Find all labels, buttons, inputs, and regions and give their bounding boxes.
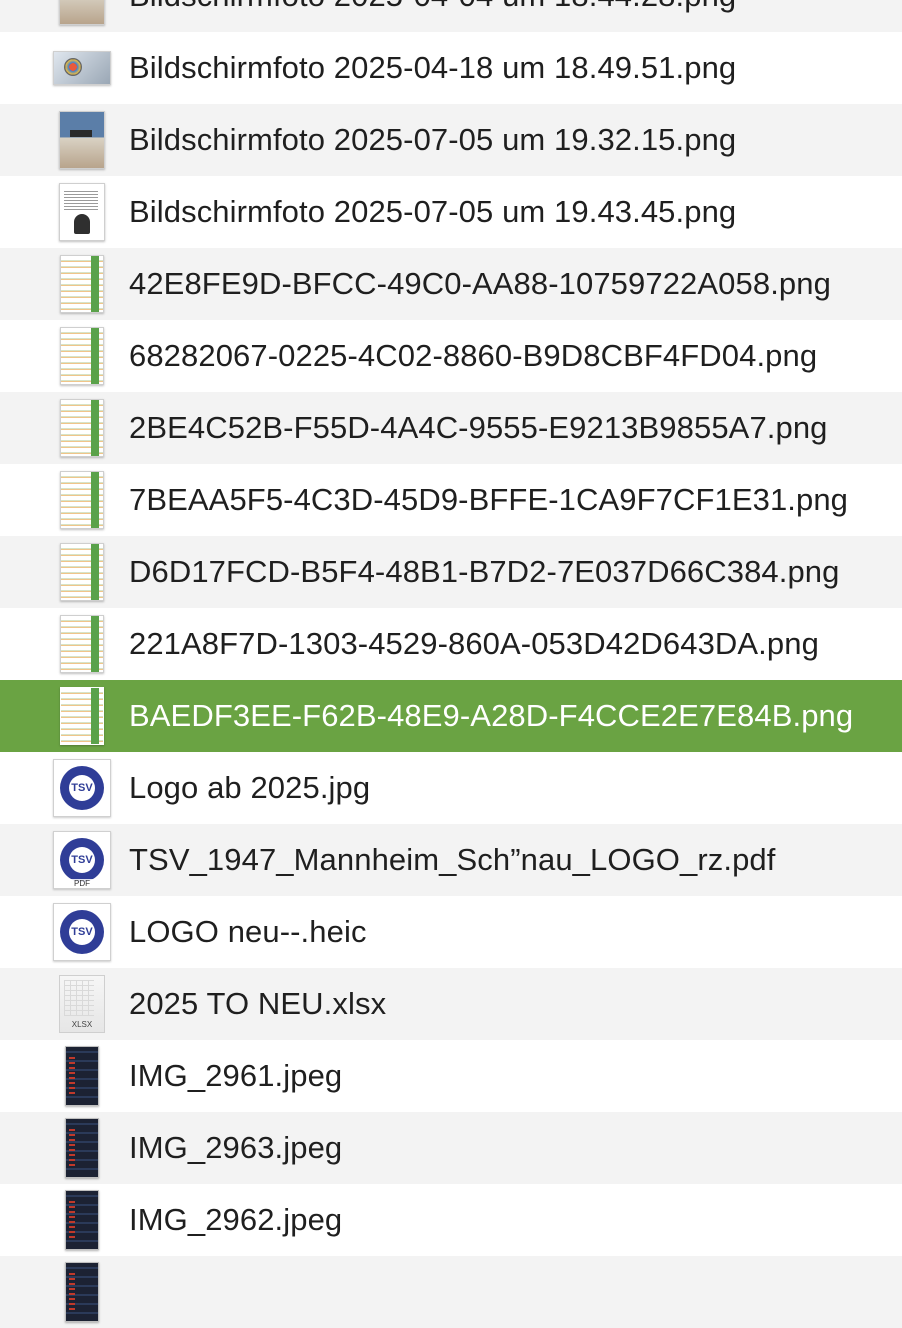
spreadsheet-image-thumbnail-icon: [52, 326, 112, 386]
file-row[interactable]: TSV Logo ab 2025.jpg: [0, 752, 902, 824]
logo-text: TSV: [69, 919, 95, 945]
file-row[interactable]: IMG_2962.jpeg: [0, 1184, 902, 1256]
file-name[interactable]: LOGO neu--.heic: [129, 914, 367, 950]
phone-screenshot-thumbnail-icon: [52, 1262, 112, 1322]
file-row[interactable]: Bildschirmfoto 2025-07-05 um 19.43.45.pn…: [0, 176, 902, 248]
file-name[interactable]: 2BE4C52B-F55D-4A4C-9555-E9213B9855A7.png: [129, 410, 828, 446]
file-name[interactable]: IMG_2963.jpeg: [129, 1130, 342, 1166]
logo-pdf-thumbnail-icon: TSV PDF: [52, 830, 112, 890]
file-name[interactable]: 221A8F7D-1303-4529-860A-053D42D643DA.png: [129, 626, 819, 662]
file-name[interactable]: 68282067-0225-4C02-8860-B9D8CBF4FD04.png: [129, 338, 817, 374]
file-name[interactable]: Bildschirmfoto 2025-07-05 um 19.43.45.pn…: [129, 194, 736, 230]
screenshot-thumbnail-icon: [52, 0, 112, 26]
file-name[interactable]: 7BEAA5F5-4C3D-45D9-BFFE-1CA9F7CF1E31.png: [129, 482, 848, 518]
spreadsheet-image-thumbnail-icon: [52, 470, 112, 530]
file-name[interactable]: 2025 TO NEU.xlsx: [129, 986, 386, 1022]
file-name[interactable]: IMG_2961.jpeg: [129, 1058, 342, 1094]
file-row[interactable]: 68282067-0225-4C02-8860-B9D8CBF4FD04.png: [0, 320, 902, 392]
file-name[interactable]: Logo ab 2025.jpg: [129, 770, 370, 806]
xlsx-thumbnail-icon: XLSX: [52, 974, 112, 1034]
file-row[interactable]: Bildschirmfoto 2025-07-05 um 19.32.15.pn…: [0, 104, 902, 176]
spreadsheet-image-thumbnail-icon: [52, 542, 112, 602]
logo-text: TSV: [69, 775, 95, 801]
document-screenshot-thumbnail-icon: [52, 182, 112, 242]
file-name[interactable]: Bildschirmfoto 2025-04-18 um 18.49.51.pn…: [129, 50, 736, 86]
file-name[interactable]: Bildschirmfoto 2025-07-05 um 19.32.15.pn…: [129, 122, 736, 158]
file-name[interactable]: Bildschirmfoto 2025-04-04 um 18.44.28.pn…: [129, 0, 736, 14]
spreadsheet-image-thumbnail-icon: [52, 398, 112, 458]
logo-thumbnail-icon: TSV: [52, 758, 112, 818]
file-row[interactable]: 221A8F7D-1303-4529-860A-053D42D643DA.png: [0, 608, 902, 680]
file-row[interactable]: TSV LOGO neu--.heic: [0, 896, 902, 968]
file-row[interactable]: 42E8FE9D-BFCC-49C0-AA88-10759722A058.png: [0, 248, 902, 320]
file-row[interactable]: D6D17FCD-B5F4-48B1-B7D2-7E037D66C384.png: [0, 536, 902, 608]
spreadsheet-image-thumbnail-icon: [52, 614, 112, 674]
file-row[interactable]: TSV PDF TSV_1947_Mannheim_Sch”nau_LOGO_rz.…: [0, 824, 902, 896]
phone-screenshot-thumbnail-icon: [52, 1190, 112, 1250]
xlsx-tag: XLSX: [71, 1020, 93, 1029]
file-name[interactable]: TSV_1947_Mannheim_Sch”nau_LOGO_rz.pdf: [129, 842, 775, 878]
phone-screenshot-thumbnail-icon: [52, 1046, 112, 1106]
logo-thumbnail-icon: TSV: [52, 902, 112, 962]
file-row[interactable]: XLSX 2025 TO NEU.xlsx: [0, 968, 902, 1040]
file-row[interactable]: [0, 1256, 902, 1328]
file-name[interactable]: BAEDF3EE-F62B-48E9-A28D-F4CCE2E7E84B.png: [129, 698, 853, 734]
phone-screenshot-thumbnail-icon: [52, 1118, 112, 1178]
file-name[interactable]: 42E8FE9D-BFCC-49C0-AA88-10759722A058.png: [129, 266, 831, 302]
file-row[interactable]: Bildschirmfoto 2025-04-04 um 18.44.28.pn…: [0, 0, 902, 32]
file-name[interactable]: D6D17FCD-B5F4-48B1-B7D2-7E037D66C384.png: [129, 554, 840, 590]
file-list: Bildschirmfoto 2025-04-04 um 18.44.28.pn…: [0, 0, 902, 1328]
file-row-selected[interactable]: BAEDF3EE-F62B-48E9-A28D-F4CCE2E7E84B.png: [0, 680, 902, 752]
file-row[interactable]: IMG_2961.jpeg: [0, 1040, 902, 1112]
wide-screenshot-thumbnail-icon: [52, 38, 112, 98]
file-row[interactable]: Bildschirmfoto 2025-04-18 um 18.49.51.pn…: [0, 32, 902, 104]
spreadsheet-image-thumbnail-icon: [52, 254, 112, 314]
logo-text: TSV: [69, 847, 95, 873]
file-row[interactable]: IMG_2963.jpeg: [0, 1112, 902, 1184]
pdf-tag: PDF: [54, 879, 110, 888]
photo-screenshot-thumbnail-icon: [52, 110, 112, 170]
file-row[interactable]: 7BEAA5F5-4C3D-45D9-BFFE-1CA9F7CF1E31.png: [0, 464, 902, 536]
file-row[interactable]: 2BE4C52B-F55D-4A4C-9555-E9213B9855A7.png: [0, 392, 902, 464]
file-name[interactable]: IMG_2962.jpeg: [129, 1202, 342, 1238]
spreadsheet-image-thumbnail-icon: [52, 686, 112, 746]
